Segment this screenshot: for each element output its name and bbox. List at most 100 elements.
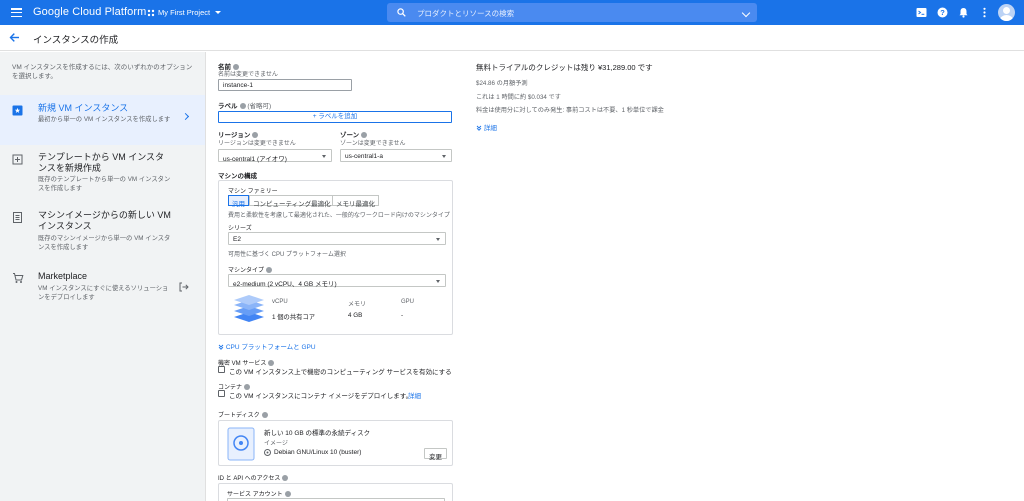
pricing-details-link[interactable]: 詳細 [476, 122, 497, 132]
options-intro: VM インスタンスを作成するには、次のいずれかのオプションを選択します。 [12, 64, 193, 80]
marketplace-icon [13, 273, 24, 283]
free-trial-credit: 無料トライアルのクレジットは残り ¥31,289.00 です [476, 63, 653, 72]
option-desc: 既存のマシンイメージから単一の VM インスタンスを作成します [38, 235, 171, 251]
name-input[interactable]: instance-1 [218, 79, 352, 91]
project-name: My First Project [158, 8, 211, 17]
zone-sub: ゾーンは変更できません [340, 141, 406, 147]
boot-disk-box: 新しい 10 GB の標準の永続ディスク イメージ Debian GNU/Lin… [218, 420, 453, 466]
page-title: インスタンスの作成 [33, 35, 119, 46]
option-from-template[interactable]: テンプレートから VM インスタンスを新規作成 既存のテンプレートから単一の V… [0, 148, 205, 203]
option-title: マシンイメージからの新しい VM インスタンス [38, 210, 171, 231]
help-icon[interactable] [284, 491, 291, 497]
option-marketplace[interactable]: Marketplace VM インスタンスにすぐに使えるソリューションをデプロイ… [0, 268, 205, 313]
disk-icon [227, 427, 255, 461]
project-selector[interactable]: My First Project [147, 8, 222, 17]
open-external-icon[interactable] [179, 282, 189, 292]
notifications-icon[interactable] [958, 7, 969, 18]
chevron-right-icon [181, 112, 190, 121]
billing-note: 料金は使用分に対してのみ発生: 事前コストは不要、1 秒単位で課金 [476, 107, 664, 114]
container-text: この VM インスタンスにコンテナ イメージをデプロイします。 [229, 393, 413, 400]
region-select[interactable]: us-central1 (アイオワ) [218, 149, 332, 163]
option-new-vm[interactable]: 新規 VM インスタンス 最初から単一の VM インスタンスを作成します [0, 95, 205, 145]
new-vm-icon [12, 105, 23, 116]
spec-value-gpu: - [401, 312, 404, 319]
search-input[interactable]: プロダクトとリソースの検索 [417, 8, 514, 19]
boot-disk-label: ブートディスク [218, 410, 268, 419]
expand-icon [218, 344, 224, 350]
account-avatar[interactable] [998, 4, 1015, 21]
template-icon [12, 154, 23, 165]
cpu-platform-link[interactable]: CPU プラットフォームと GPU [218, 341, 316, 351]
machine-stack-icon [234, 295, 264, 322]
menu-icon[interactable] [11, 8, 22, 18]
spec-value-vcpu: 1 個の共有コア [272, 314, 316, 321]
spec-value-memory: 4 GB [348, 312, 363, 319]
confidential-vm-checkbox[interactable] [218, 366, 225, 373]
dropdown-arrow-icon [442, 155, 446, 158]
project-icon [147, 9, 155, 16]
container-checkbox[interactable] [218, 390, 225, 397]
help-icon[interactable] [261, 412, 268, 418]
change-boot-disk-button[interactable]: 変更 [424, 448, 447, 461]
monthly-estimate: $24.86 の月額予測 [476, 80, 528, 87]
brand-title[interactable]: Google Cloud Platform [33, 6, 146, 18]
add-label-button[interactable]: + ラベルを追加 [218, 111, 452, 123]
page-header: インスタンスの作成 [0, 25, 1024, 51]
name-sub: 名前は変更できません [218, 72, 278, 78]
labels-label: ラベル (省略可) [218, 103, 272, 110]
top-app-bar: Google Cloud Platform My First Project プ… [0, 0, 1024, 25]
machine-image-icon [13, 212, 22, 223]
family-description: 費用と柔軟性を考慮して最適化された、一般的なワークロード向けのマシンタイプ [228, 213, 450, 219]
region-sub: リージョンは変更できません [218, 141, 296, 147]
help-icon[interactable] [282, 475, 289, 481]
help-icon[interactable] [239, 103, 246, 109]
machine-type-label: マシンタイプ [228, 265, 273, 274]
option-desc: 既存のテンプレートから単一の VM インスタンスを作成します [38, 176, 171, 192]
boot-disk-image-label: イメージ [264, 441, 288, 447]
machine-family-label: マシン ファミリー [228, 189, 278, 195]
series-description: 可用性に基づく CPU プラットフォーム選択 [228, 252, 346, 258]
spec-header-gpu: GPU [401, 299, 415, 305]
tab-general-purpose[interactable]: 汎用 [228, 195, 249, 208]
option-title: 新規 VM インスタンス [38, 103, 129, 113]
spec-header-memory: メモリ [348, 302, 367, 308]
dropdown-arrow-icon [436, 280, 440, 283]
instance-form: 名前 名前は変更できません instance-1 ラベル (省略可) + ラベル… [206, 52, 464, 501]
dropdown-arrow-icon [436, 238, 440, 241]
tab-compute-optimized[interactable]: コンピューティング最適化 [249, 195, 335, 208]
hourly-estimate: これは 1 時間に約 $0.034 です [476, 94, 561, 101]
confidential-vm-text: この VM インスタンス上で機密のコンピューティング サービスを有効にする [229, 369, 452, 376]
more-vert-icon[interactable] [979, 7, 990, 18]
machine-config-label: マシンの構成 [218, 173, 257, 180]
machine-config-box: マシン ファミリー 汎用 コンピューティング最適化 メモリ最適化 費用と柔軟性を… [218, 180, 453, 335]
boot-disk-os: Debian GNU/Linux 10 (buster) [274, 449, 362, 456]
debian-icon [264, 449, 271, 456]
boot-disk-title: 新しい 10 GB の標準の永続ディスク [264, 430, 371, 437]
option-desc: 最初から単一の VM インスタンスを作成します [38, 116, 171, 123]
tab-memory-optimized[interactable]: メモリ最適化 [332, 195, 379, 208]
option-title: Marketplace [38, 271, 88, 281]
help-icon[interactable]: ? [937, 7, 948, 18]
machine-type-select[interactable]: e2-medium (2 vCPU、4 GB メモリ) [228, 274, 446, 288]
option-desc: VM インスタンスにすぐに使えるソリューションをデプロイします [38, 285, 169, 301]
option-title: テンプレートから VM インスタンスを新規作成 [38, 152, 165, 173]
series-select[interactable]: E2 [228, 232, 446, 245]
identity-api-label: ID と API へのアクセス [218, 473, 289, 482]
search-expand-icon[interactable] [741, 8, 751, 18]
creation-options-panel: VM インスタンスを作成するには、次のいずれかのオプションを選択します。 新規 … [0, 52, 206, 501]
cloud-shell-icon[interactable] [916, 7, 927, 18]
search-icon [397, 8, 406, 17]
identity-api-box: サービス アカウント [218, 483, 453, 501]
service-account-label: サービス アカウント [227, 489, 291, 498]
series-label: シリーズ [228, 226, 252, 232]
dropdown-arrow-icon [322, 155, 326, 158]
option-from-machine-image[interactable]: マシンイメージからの新しい VM インスタンス 既存のマシンイメージから単一の … [0, 207, 205, 265]
help-icon[interactable] [266, 267, 273, 273]
spec-header-vcpu: vCPU [272, 299, 288, 305]
svg-text:?: ? [940, 8, 945, 17]
search-bar[interactable]: プロダクトとリソースの検索 [387, 3, 757, 22]
zone-select[interactable]: us-central1-a [340, 149, 452, 162]
back-arrow-icon[interactable] [9, 32, 20, 43]
expand-icon [476, 125, 482, 131]
container-details-link[interactable]: 詳細 [408, 390, 421, 400]
